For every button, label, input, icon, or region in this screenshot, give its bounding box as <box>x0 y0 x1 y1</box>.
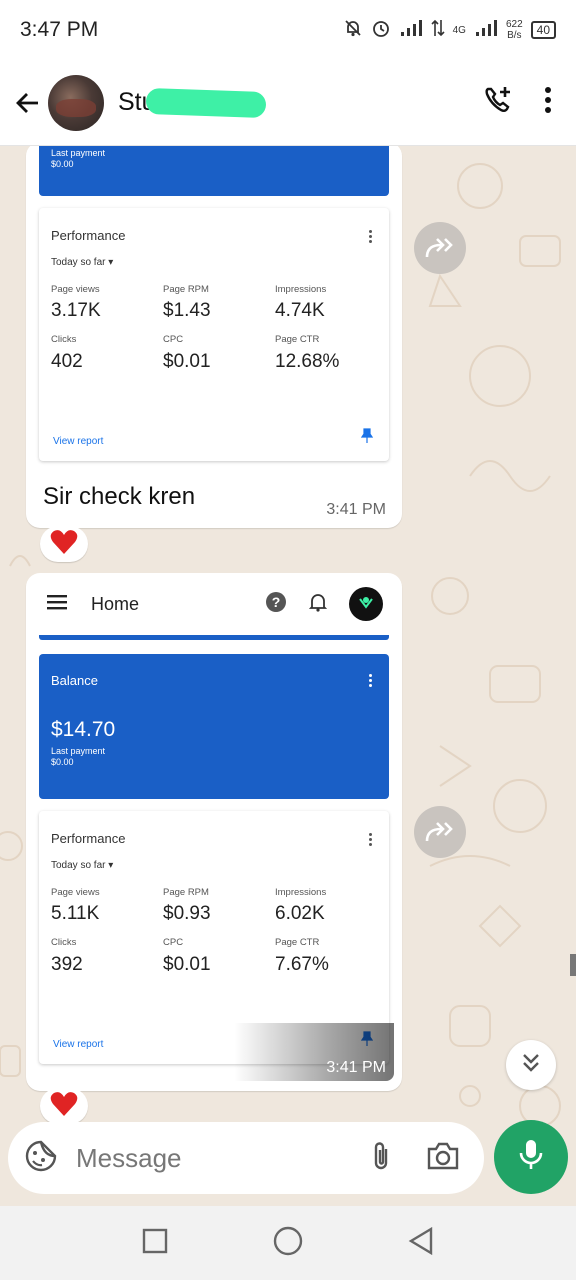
metric-value: 6.02K <box>275 903 325 924</box>
metric-value: 5.11K <box>51 903 100 924</box>
scrollbar-thumb[interactable] <box>570 954 576 976</box>
help-icon: ? <box>265 591 287 618</box>
camera-icon[interactable] <box>426 1141 460 1176</box>
metric-value: $0.01 <box>163 351 211 372</box>
message-bubble-1[interactable]: Last payment $0.00 Performance Today so … <box>26 146 402 528</box>
mute-notifications-icon <box>343 18 363 42</box>
metric-label: Page CTR <box>275 334 320 345</box>
status-time: 3:47 PM <box>20 18 99 41</box>
metric-value: $0.93 <box>163 903 211 924</box>
performance-title: Performance <box>51 228 126 243</box>
svg-text:?: ? <box>272 594 281 610</box>
balance-card: Balance $14.70 Last payment $0.00 <box>39 654 389 799</box>
metric-label: CPC <box>163 937 184 948</box>
last-payment-value: $0.00 <box>51 159 74 169</box>
back-triangle-icon[interactable] <box>408 1226 434 1260</box>
network-type: 4G <box>452 24 466 36</box>
forward-button[interactable] <box>414 222 466 274</box>
home-icon[interactable] <box>273 1226 303 1261</box>
performance-card: Performance Today so far ▾ Page views 3.… <box>39 208 389 461</box>
message-text: Sir check kren <box>43 483 196 510</box>
metric-value: 7.67% <box>275 954 329 975</box>
message-time: 3:41 PM <box>326 1059 386 1076</box>
back-arrow-icon[interactable] <box>12 87 44 119</box>
alarm-icon <box>371 18 391 42</box>
metric-value: 402 <box>51 351 83 372</box>
metric-label: Clicks <box>51 937 77 948</box>
chat-area[interactable]: Last payment $0.00 Performance Today so … <box>0 146 576 1206</box>
metric-label: Page views <box>51 284 100 295</box>
add-call-icon[interactable] <box>482 84 514 121</box>
last-payment-label: Last payment <box>51 746 106 756</box>
hamburger-menu-icon <box>47 594 67 615</box>
data-transfer-icon <box>431 19 445 41</box>
performance-title: Performance <box>51 831 126 846</box>
date-range-dropdown: Today so far ▾ <box>51 257 114 268</box>
forward-button[interactable] <box>414 806 466 858</box>
card-more-icon <box>369 833 373 848</box>
avatar[interactable] <box>48 74 104 131</box>
more-options-icon[interactable] <box>544 86 552 119</box>
metric-value: $1.43 <box>163 300 211 321</box>
double-chevron-down-icon <box>521 1052 541 1079</box>
heart-reaction-icon <box>50 1091 78 1122</box>
view-report-link: View report <box>53 1039 104 1050</box>
metric-label: CPC <box>163 334 184 345</box>
metric-label: Page CTR <box>275 937 320 948</box>
bell-icon <box>308 592 328 617</box>
metric-label: Clicks <box>51 334 77 345</box>
heart-reaction-icon <box>50 529 78 560</box>
message-time: 3:41 PM <box>326 501 386 518</box>
signal-icon-2 <box>474 19 498 41</box>
microphone-icon <box>518 1138 544 1177</box>
metric-label: Page RPM <box>163 284 209 295</box>
app-title: Home <box>91 593 140 614</box>
voice-message-button[interactable] <box>494 1120 568 1194</box>
last-payment-value: $0.00 <box>51 757 74 767</box>
payment-card-partial: Last payment $0.00 <box>39 146 389 196</box>
app-bar-actions: ? <box>265 587 389 621</box>
reaction-badge[interactable] <box>40 526 88 562</box>
reaction-badge[interactable] <box>40 1088 88 1124</box>
message-input[interactable]: Message <box>76 1143 182 1174</box>
metric-label: Page views <box>51 887 100 898</box>
scroll-to-bottom-button[interactable] <box>506 1040 556 1090</box>
balance-value: $14.70 <box>51 718 116 741</box>
header-actions <box>482 84 564 121</box>
card-more-icon <box>369 230 373 245</box>
contact-name[interactable]: Stu <box>118 88 266 119</box>
signal-icon <box>399 19 423 41</box>
account-avatar <box>349 587 383 621</box>
status-icons: 4G 622 B/s 40 <box>343 18 556 42</box>
last-payment-label: Last payment <box>51 148 106 158</box>
recent-apps-icon[interactable] <box>142 1228 168 1259</box>
metric-label: Page RPM <box>163 887 209 898</box>
metric-value: $0.01 <box>163 954 211 975</box>
pin-icon <box>360 428 374 449</box>
sticker-icon[interactable] <box>24 1139 58 1178</box>
composer-actions <box>370 1139 468 1178</box>
attach-icon[interactable] <box>370 1139 392 1178</box>
metric-value: 12.68% <box>275 351 340 372</box>
blue-card-edge <box>39 635 389 640</box>
view-report-link: View report <box>53 436 104 447</box>
metric-label: Impressions <box>275 284 327 295</box>
chat-header: Stu <box>0 60 576 146</box>
metric-value: 4.74K <box>275 300 325 321</box>
metric-value: 392 <box>51 954 83 975</box>
balance-label: Balance <box>51 673 98 688</box>
system-navigation-bar <box>0 1206 576 1280</box>
name-redaction-mark <box>145 88 266 119</box>
date-range-dropdown: Today so far ▾ <box>51 860 114 871</box>
card-more-icon <box>369 674 373 689</box>
message-composer[interactable]: Message <box>8 1122 484 1194</box>
metric-value: 3.17K <box>51 300 101 321</box>
metric-label: Impressions <box>275 887 327 898</box>
adsense-app-bar: Home ? <box>39 581 389 627</box>
message-bubble-2[interactable]: Home ? Balance $14.70 Last payment $0.00 <box>26 573 402 1091</box>
battery-icon: 40 <box>530 21 556 39</box>
status-bar: 3:47 PM 4G 622 B/s 40 <box>0 0 576 60</box>
network-speed: 622 B/s <box>505 19 523 41</box>
